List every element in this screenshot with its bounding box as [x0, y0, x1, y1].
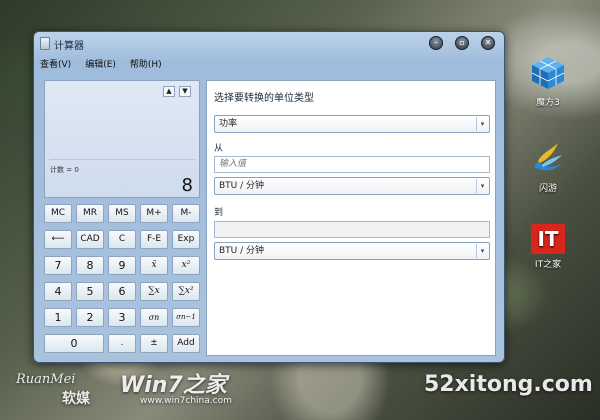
calculator-display: ▲ ▼ 计数 = 0 8 [44, 80, 200, 198]
from-label: 从 [214, 144, 224, 154]
it-logo-text: IT [537, 227, 559, 251]
key-5[interactable]: 5 [76, 282, 104, 301]
converter-heading: 选择要转换的单位类型 [214, 93, 314, 104]
to-label: 到 [214, 208, 224, 218]
minimize-button[interactable]: – [429, 36, 443, 50]
menu-edit[interactable]: 编辑(E) [83, 57, 118, 71]
window-title: 计算器 [54, 41, 84, 52]
key-m-plus[interactable]: M+ [140, 204, 168, 223]
calculator-icon [40, 37, 50, 50]
key-mean[interactable]: x̄ [140, 256, 168, 275]
key-6[interactable]: 6 [108, 282, 136, 301]
key-exp[interactable]: Exp [172, 230, 200, 249]
unit-converter-panel: 选择要转换的单位类型 功率 ▾ 从 输入值 BTU / 分钟 ▾ 到 BTU /… [206, 80, 496, 356]
key-m-minus[interactable]: M- [172, 204, 200, 223]
menu-help[interactable]: 帮助(H) [128, 57, 164, 71]
key-backspace[interactable]: ⟵ [44, 230, 72, 249]
watermark-ruanmei: RuanMei [16, 372, 76, 387]
key-2[interactable]: 2 [76, 308, 104, 327]
chevron-down-icon: ▾ [476, 117, 488, 131]
key-clear[interactable]: C [108, 230, 136, 249]
key-f-e[interactable]: F-E [140, 230, 168, 249]
key-std-dev-n[interactable]: σn [140, 308, 168, 327]
menu-bar: 查看(V) 编辑(E) 帮助(H) [38, 57, 164, 71]
display-value: 8 [181, 175, 193, 196]
count-label: 计数 = 0 [50, 166, 79, 174]
key-9[interactable]: 9 [108, 256, 136, 275]
key-std-dev-n-1-label: σn−1 [176, 313, 196, 321]
history-down-button[interactable]: ▼ [179, 86, 191, 97]
key-mc[interactable]: MC [44, 204, 72, 223]
display-divider [49, 159, 195, 160]
key-7[interactable]: 7 [44, 256, 72, 275]
watermark-ruanmei-cn: 软媒 [62, 391, 90, 407]
cube-icon [529, 54, 567, 92]
key-sum-squares[interactable]: ∑x² [172, 282, 200, 301]
key-1[interactable]: 1 [44, 308, 72, 327]
chevron-down-icon: ▾ [476, 179, 488, 193]
menu-view[interactable]: 查看(V) [38, 57, 73, 71]
key-std-dev-n-label: σn [148, 313, 160, 322]
watermark-52xitong: 52xitong.com [424, 372, 593, 397]
from-value-input[interactable]: 输入值 [214, 156, 490, 173]
key-4[interactable]: 4 [44, 282, 72, 301]
key-cad[interactable]: CAD [76, 230, 104, 249]
desktop-icon-label: 闪游 [538, 184, 557, 194]
desktop-icon-itzhijia[interactable]: IT IT之家 [518, 224, 578, 270]
desktop-icon-shanyou[interactable]: 闪游 [518, 140, 578, 194]
key-mean-squares[interactable]: x² [172, 256, 200, 275]
desktop-icon-label: 魔方3 [536, 98, 560, 108]
key-sum-label: ∑x [148, 286, 160, 296]
key-3[interactable]: 3 [108, 308, 136, 327]
close-button[interactable]: ✕ [481, 36, 495, 50]
key-decimal[interactable]: . [108, 334, 136, 353]
calculator-panel: ▲ ▼ 计数 = 0 8 MC MR MS M+ M- ⟵ CAD C F-E … [44, 80, 200, 356]
desktop-icon-mofang[interactable]: 魔方3 [518, 54, 578, 108]
unit-type-select[interactable]: 功率 ▾ [214, 115, 490, 133]
key-0[interactable]: 0 [44, 334, 104, 353]
key-mr[interactable]: MR [76, 204, 104, 223]
desktop-icon-label: IT之家 [534, 260, 562, 270]
title-bar[interactable]: 计算器 – ▫ ✕ [34, 32, 504, 54]
history-up-button[interactable]: ▲ [163, 86, 175, 97]
key-8[interactable]: 8 [76, 256, 104, 275]
chevron-down-icon: ▾ [476, 244, 488, 258]
key-add[interactable]: Add [172, 334, 200, 353]
from-unit-select[interactable]: BTU / 分钟 ▾ [214, 177, 490, 195]
key-sum[interactable]: ∑x [140, 282, 168, 301]
from-unit-value: BTU / 分钟 [219, 181, 265, 191]
calculator-window: 计算器 – ▫ ✕ 查看(V) 编辑(E) 帮助(H) ▲ ▼ 计数 = 0 8… [33, 31, 505, 363]
unit-type-value: 功率 [219, 119, 238, 129]
to-unit-select[interactable]: BTU / 分钟 ▾ [214, 242, 490, 260]
key-plus-minus[interactable]: ± [140, 334, 168, 353]
maximize-button[interactable]: ▫ [455, 36, 469, 50]
it-logo-icon: IT [531, 224, 565, 254]
key-sum-squares-label: ∑x² [178, 286, 194, 296]
key-ms[interactable]: MS [108, 204, 136, 223]
key-mean-label: x̄ [151, 260, 157, 270]
watermark-win7-url: www.win7china.com [140, 396, 232, 406]
swirl-icon [529, 140, 567, 178]
watermark-win7: Win7之家 [120, 373, 227, 398]
to-unit-value: BTU / 分钟 [219, 246, 265, 256]
to-value-output [214, 221, 490, 238]
key-std-dev-n-1[interactable]: σn−1 [172, 308, 200, 327]
key-mean-squares-label: x² [181, 260, 191, 270]
